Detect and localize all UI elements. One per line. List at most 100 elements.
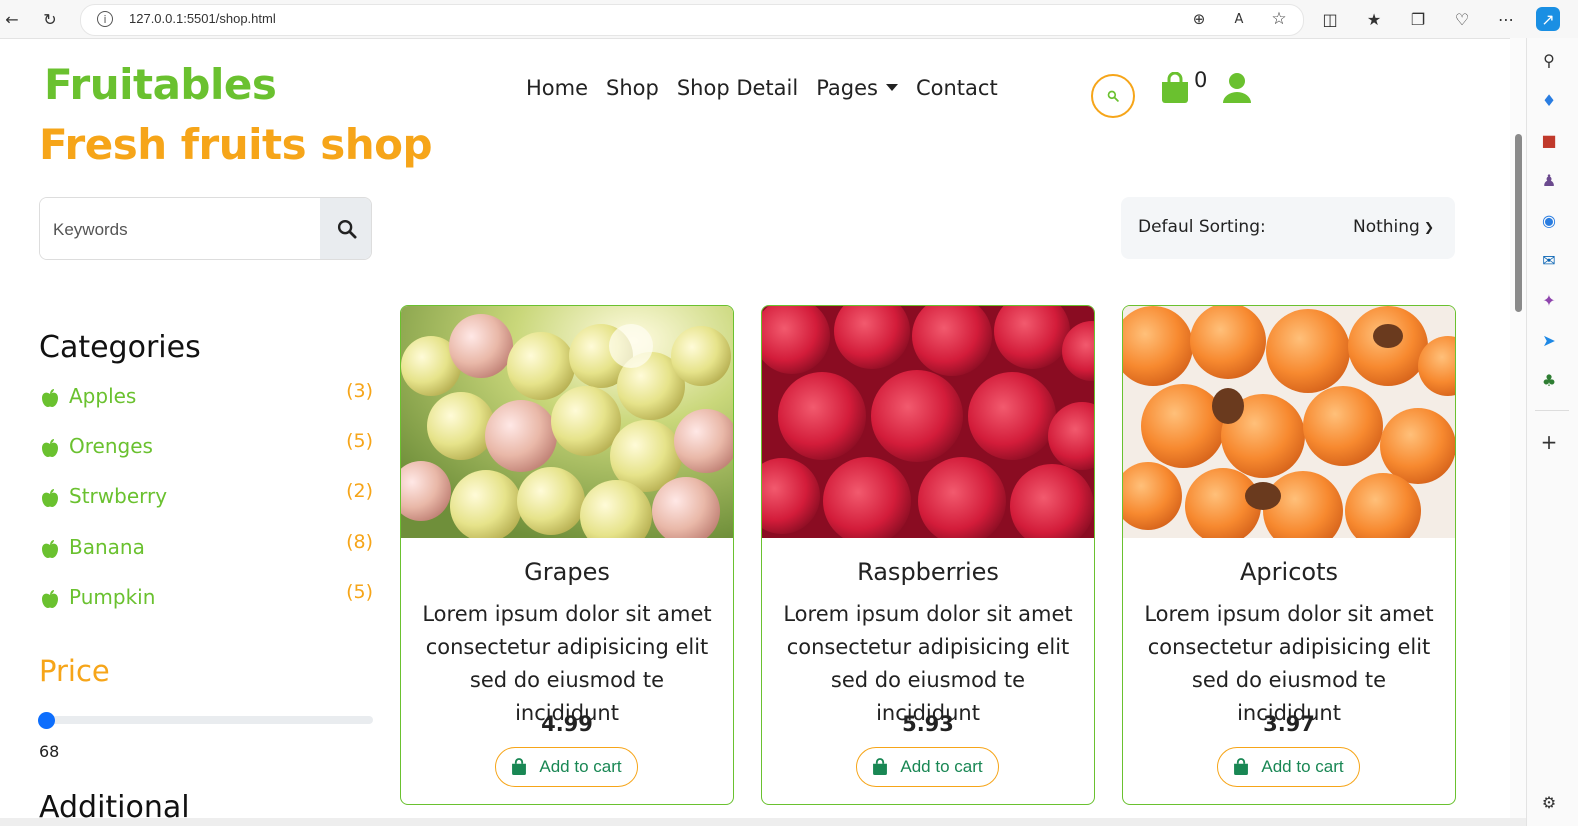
search-icon — [1107, 90, 1119, 102]
add-to-cart-button[interactable]: Add to cart — [1217, 747, 1360, 787]
nav-contact[interactable]: Contact — [916, 76, 998, 100]
category-count: (5) — [346, 581, 373, 603]
product-description: Lorem ipsum dolor sit amet consectetur a… — [1144, 602, 1434, 725]
add-icon[interactable]: + — [1537, 430, 1561, 454]
product-image-raspberries[interactable] — [762, 306, 1094, 538]
category-item-strwberry[interactable]: Strwberry (2) — [41, 480, 373, 513]
apple-icon — [41, 539, 59, 564]
product-image-grapes[interactable] — [401, 306, 733, 538]
copilot-icon[interactable]: ↗ — [1536, 7, 1560, 31]
apple-icon — [41, 438, 59, 463]
cart-button[interactable] — [1160, 71, 1190, 108]
add-to-cart-button[interactable]: Add to cart — [856, 747, 999, 787]
nav-pages-label: Pages — [816, 76, 878, 100]
tree-icon[interactable]: ♣ — [1537, 368, 1561, 392]
sorting-label: Defaul Sorting: — [1138, 217, 1266, 237]
designer-icon[interactable]: ✦ — [1537, 288, 1561, 312]
scrollbar-thumb[interactable] — [1515, 134, 1522, 312]
shopping-bag-icon — [512, 758, 527, 775]
product-card-raspberries: Raspberries Lorem ipsum dolor sit amet c… — [761, 305, 1095, 805]
keyword-search-button[interactable] — [320, 198, 371, 259]
nav-shop-detail[interactable]: Shop Detail — [677, 76, 798, 100]
url-text: 127.0.0.1:5501/shop.html — [129, 11, 276, 26]
more-menu-icon[interactable]: ⋯ — [1494, 7, 1518, 31]
category-item-apples[interactable]: Apples (3) — [41, 380, 373, 413]
product-image-apricots[interactable] — [1123, 306, 1455, 538]
product-description: Lorem ipsum dolor sit amet consectetur a… — [783, 602, 1073, 725]
nav-pages[interactable]: Pages — [816, 76, 898, 100]
cart-count-badge: 0 — [1194, 68, 1208, 92]
header-search-button[interactable] — [1091, 74, 1135, 118]
add-to-cart-label: Add to cart — [1261, 757, 1344, 776]
add-to-cart-button[interactable]: Add to cart — [495, 747, 638, 787]
refresh-icon[interactable]: ↻ — [38, 7, 62, 31]
keyword-search-input[interactable] — [40, 198, 335, 259]
apple-icon — [41, 388, 59, 413]
apple-icon — [41, 589, 59, 614]
product-description: Lorem ipsum dolor sit amet consectetur a… — [422, 602, 712, 725]
category-item-pumpkin[interactable]: Pumpkin (5) — [41, 581, 373, 614]
settings-gear-icon[interactable]: ⚙ — [1537, 790, 1561, 814]
outlook-icon[interactable]: ✉ — [1537, 248, 1561, 272]
shopping-bag-icon — [1234, 758, 1249, 775]
brand-logo[interactable]: Fruitables — [44, 60, 277, 109]
product-price: 4.99 — [541, 712, 593, 736]
shopping-tag-icon[interactable]: ♦ — [1537, 88, 1561, 112]
read-aloud-icon[interactable]: A — [1227, 7, 1251, 31]
collections-icon[interactable]: ❐ — [1406, 7, 1430, 31]
add-to-cart-label: Add to cart — [900, 757, 983, 776]
dropdown-caret-icon — [885, 84, 898, 91]
favorite-star-icon[interactable]: ☆ — [1267, 7, 1291, 31]
keyword-search-group — [39, 197, 372, 260]
product-price: 3.97 — [1263, 712, 1315, 736]
search-sidebar-icon[interactable]: ⚲ — [1537, 48, 1561, 72]
add-to-cart-label: Add to cart — [539, 757, 622, 776]
sorting-select[interactable]: Nothing — [1353, 217, 1420, 237]
browser-sidebar: ⚲ ♦ ■ ♟ ◉ ✉ ✦ ➤ ♣ + ⚙ — [1526, 38, 1578, 826]
category-item-orenges[interactable]: Orenges (5) — [41, 430, 373, 463]
back-icon[interactable]: ← — [0, 7, 24, 31]
info-icon[interactable]: i — [97, 11, 113, 27]
chevron-down-icon[interactable]: ❯ — [1424, 220, 1434, 234]
price-range-handle[interactable] — [38, 712, 55, 729]
favorites-icon[interactable]: ★ — [1362, 7, 1386, 31]
nav-shop[interactable]: Shop — [606, 76, 659, 100]
page-title: Fresh fruits shop — [39, 120, 433, 169]
shopping-bag-icon — [873, 758, 888, 775]
sorting-box: Defaul Sorting: Nothing ❯ — [1121, 197, 1455, 259]
product-price: 5.93 — [902, 712, 954, 736]
product-name[interactable]: Apricots — [1123, 558, 1455, 586]
additional-heading: Additional — [39, 790, 190, 825]
category-name: Apples — [69, 384, 137, 408]
zoom-icon[interactable]: ⊕ — [1187, 7, 1211, 31]
split-screen-icon[interactable]: ◫ — [1318, 7, 1342, 31]
apple-icon — [41, 488, 59, 513]
category-name: Pumpkin — [69, 585, 156, 609]
price-heading: Price — [39, 654, 110, 688]
main-nav: Home Shop Shop Detail Pages Contact — [526, 76, 998, 100]
heart-pulse-icon[interactable]: ♡ — [1450, 7, 1474, 31]
user-icon — [1223, 73, 1251, 103]
address-bar[interactable]: i 127.0.0.1:5501/shop.html ⊕ A ☆ — [80, 4, 1304, 36]
user-account-button[interactable] — [1222, 72, 1252, 108]
category-item-banana[interactable]: Banana (8) — [41, 531, 373, 564]
category-name: Strwberry — [69, 484, 168, 508]
category-count: (3) — [346, 380, 373, 402]
browser-toolbar: ← ↻ i 127.0.0.1:5501/shop.html ⊕ A ☆ ◫ ★… — [0, 0, 1578, 39]
product-name[interactable]: Raspberries — [762, 558, 1094, 586]
send-icon[interactable]: ➤ — [1537, 328, 1561, 352]
shopping-bag-icon — [1162, 71, 1188, 103]
games-icon[interactable]: ♟ — [1537, 168, 1561, 192]
nav-home[interactable]: Home — [526, 76, 588, 100]
categories-heading: Categories — [39, 330, 201, 365]
category-count: (8) — [346, 531, 373, 553]
office-icon[interactable]: ◉ — [1537, 208, 1561, 232]
toolbox-icon[interactable]: ■ — [1537, 128, 1561, 152]
category-count: (2) — [346, 480, 373, 502]
price-range-value: 68 — [39, 742, 60, 761]
horizontal-scrollbar[interactable] — [0, 818, 1526, 826]
product-name[interactable]: Grapes — [401, 558, 733, 586]
price-range-slider[interactable] — [39, 716, 373, 724]
sidebar-divider — [1535, 410, 1569, 411]
category-name: Banana — [69, 535, 145, 559]
